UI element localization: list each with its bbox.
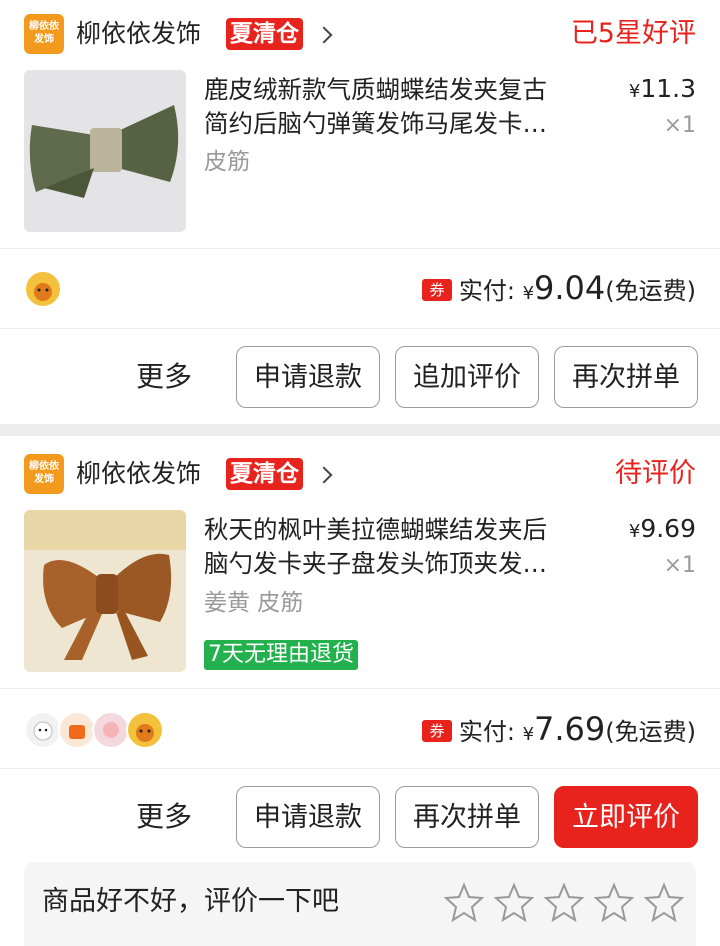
divider [0,248,720,249]
divider [0,768,720,769]
review-prompt-text: 商品好不好，评价一下吧 [42,886,339,917]
product-title-line2[interactable]: 脑勺发卡夹子盘发头饰顶夹发… [204,547,599,580]
chevron-right-icon[interactable] [315,26,333,44]
divider [0,688,720,689]
star-icon[interactable] [494,882,534,922]
review-now-button[interactable]: 立即评价 [554,786,698,848]
product-quantity: ×1 [663,553,696,578]
product-quantity: ×1 [663,113,696,138]
star-icon[interactable] [594,882,634,922]
avatar [92,711,130,749]
product-title-line2[interactable]: 简约后脑勺弹簧发饰马尾发卡… [204,107,599,140]
shop-name[interactable]: 柳依依发饰 [76,456,201,492]
avatar [58,711,96,749]
product-spec: 皮筋 [204,149,250,175]
avatar [24,270,62,308]
shop-logo[interactable]: 柳依依 发饰 [24,454,64,494]
paid-amount: 实付: ¥7.69(免运费) [458,710,696,748]
refund-button[interactable]: 申请退款 [236,786,380,848]
more-button[interactable]: 更多 [136,346,192,408]
more-button[interactable]: 更多 [136,786,192,848]
product-image[interactable] [24,510,186,672]
coupon-badge: 券 [422,720,452,742]
reorder-button[interactable]: 再次拼单 [554,346,698,408]
product-title-line1[interactable]: 秋天的枫叶美拉德蝴蝶结发夹后 [204,513,599,546]
promo-tag: 夏清仓 [226,458,303,490]
refund-button[interactable]: 申请退款 [236,346,380,408]
paid-amount: 实付: ¥9.04(免运费) [458,269,696,307]
avatar [126,711,164,749]
order-status: 待评价 [615,458,696,489]
return-policy-tag: 7天无理由退货 [204,640,358,670]
promo-tag: 夏清仓 [226,18,303,50]
star-icon[interactable] [444,882,484,922]
star-icon[interactable] [544,882,584,922]
chevron-right-icon[interactable] [315,466,333,484]
product-price: ¥11.3 [628,74,696,103]
product-price: ¥9.69 [628,514,696,543]
shop-logo[interactable]: 柳依依 发饰 [24,14,64,54]
order-status: 已5星好评 [570,18,696,49]
reorder-button[interactable]: 再次拼单 [395,786,539,848]
order-card: 柳依依 发饰 柳依依发饰 夏清仓 已5星好评 鹿皮绒新款气质蝴蝶结发夹复古 简约后… [0,0,720,424]
divider [0,328,720,329]
shop-name[interactable]: 柳依依发饰 [76,16,201,52]
add-review-button[interactable]: 追加评价 [395,346,539,408]
product-title-line1[interactable]: 鹿皮绒新款气质蝴蝶结发夹复古 [204,73,599,106]
review-prompt-box: 商品好不好，评价一下吧 [24,862,696,946]
star-icon[interactable] [644,882,684,922]
product-image[interactable] [24,70,186,232]
coupon-badge: 券 [422,279,452,301]
product-spec: 姜黄 皮筋 [204,590,304,616]
avatar [24,711,62,749]
order-card: 柳依依 发饰 柳依依发饰 夏清仓 待评价 秋天的枫叶美拉德蝴蝶结发夹后 脑勺发卡夹… [0,436,720,946]
